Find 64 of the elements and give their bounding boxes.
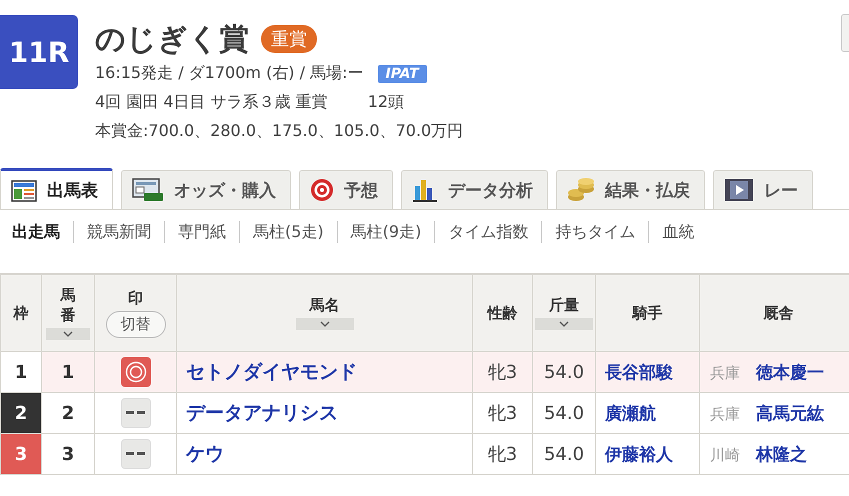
horse-number: 2 [62, 402, 74, 424]
mark-button[interactable] [120, 439, 150, 469]
chevron-down-icon [320, 321, 330, 327]
trainer-link[interactable]: 林隆之 [756, 444, 807, 464]
dash-icon [126, 411, 146, 415]
race-meta: 4回 園田 4日目 サラ系３歳 重賞 [95, 92, 328, 113]
sub-tab[interactable]: 馬柱(5走) [240, 222, 337, 242]
chevron-down-icon [63, 331, 73, 337]
carried-weight: 54.0 [544, 402, 584, 424]
trainer-link[interactable]: 高馬元紘 [756, 404, 824, 424]
stable-region: 川崎 [710, 446, 740, 464]
nav-tab[interactable]: 予想 [299, 170, 393, 209]
column-header: 枠 [14, 304, 28, 322]
column-header: 馬番 [60, 286, 76, 325]
sub-tab[interactable]: 競馬新聞 [74, 222, 164, 242]
film-icon [724, 178, 754, 202]
grade-badge: 重賞 [261, 25, 317, 53]
prize-money: 本賞金:700.0、280.0、175.0、105.0、70.0万円 [95, 121, 464, 142]
double-circle-mark-button[interactable] [120, 357, 150, 387]
frame-number: 3 [0, 434, 42, 474]
nav-tab[interactable]: レー [713, 170, 813, 209]
nav-tab[interactable]: データ分析 [401, 170, 548, 209]
nav-tab[interactable]: 出馬表 [0, 168, 113, 209]
trainer-link[interactable]: 徳本慶一 [756, 362, 824, 382]
race-number: 11R [0, 15, 78, 89]
column-header: 騎手 [632, 304, 662, 322]
nav-tab[interactable]: オッズ・購入 [121, 170, 291, 209]
sub-tab[interactable]: 持ちタイム [542, 222, 648, 242]
sub-tab[interactable]: 専門紙 [165, 222, 239, 242]
horse-number: 3 [62, 444, 74, 464]
sub-tab[interactable]: 出走馬 [0, 222, 73, 242]
frame-number: 2 [0, 392, 42, 434]
ticket-screen-icon [132, 178, 164, 202]
chevron-down-icon [559, 321, 569, 327]
carried-weight: 54.0 [544, 362, 584, 382]
bar-chart-icon [412, 178, 438, 202]
race-info: 16:15発走 / ダ1700m (右) / 馬場:ー [95, 63, 364, 84]
race-title: のじぎく賞 [95, 20, 249, 58]
column-header: 斤量 [549, 296, 579, 315]
dash-icon [126, 452, 146, 456]
coins-icon [567, 177, 595, 203]
head-count: 12頭 [368, 92, 404, 113]
sub-tab[interactable]: タイム指数 [435, 222, 542, 242]
mark-button[interactable] [120, 398, 150, 428]
sex-age: 牝3 [488, 403, 518, 424]
horse-number: 1 [62, 362, 74, 382]
target-icon [310, 178, 334, 202]
carried-weight: 54.0 [544, 444, 584, 464]
stable-region: 兵庫 [710, 404, 740, 422]
sex-age: 牝3 [488, 444, 518, 465]
column-header: 印 [128, 288, 143, 308]
table-icon [11, 180, 37, 202]
stable-region: 兵庫 [710, 364, 740, 382]
column-header: 厩舎 [764, 304, 794, 322]
sex-age: 牝3 [488, 362, 518, 383]
horse-name-link[interactable]: ケウ [186, 443, 224, 465]
sub-tab[interactable]: 馬柱(9走) [338, 222, 434, 242]
frame-number: 1 [0, 352, 42, 392]
sub-tab[interactable]: 血統 [649, 222, 708, 242]
column-header: 性齢 [488, 304, 518, 322]
nav-tab[interactable]: 結果・払戻 [556, 170, 705, 209]
sort-button[interactable] [46, 328, 90, 340]
toggle-button[interactable]: 切替 [106, 310, 166, 338]
column-header: 馬名 [310, 296, 340, 315]
